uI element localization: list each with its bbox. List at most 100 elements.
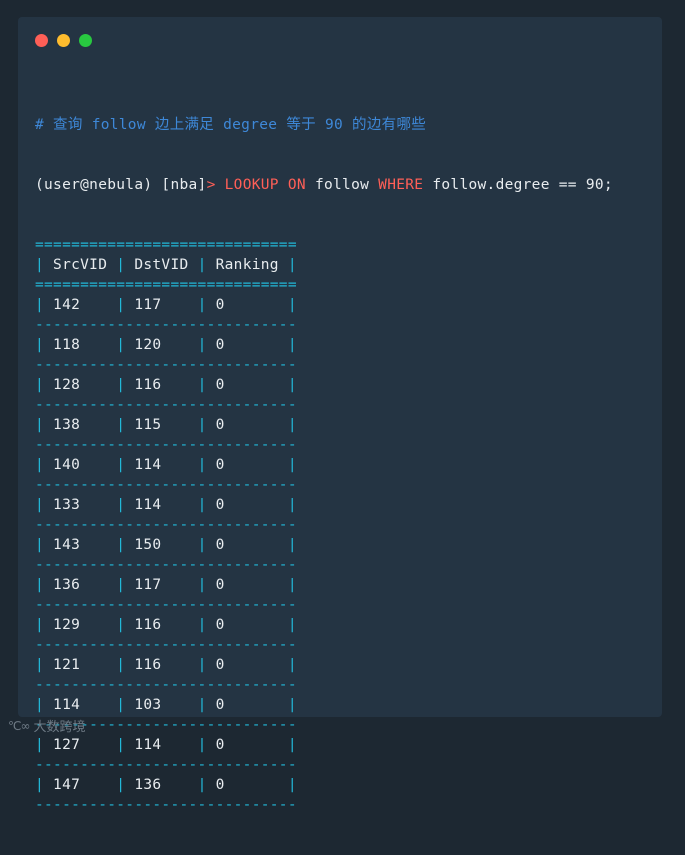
column-separator: | <box>197 377 207 393</box>
table-cell: 114 <box>44 697 117 713</box>
column-separator: | <box>116 417 126 433</box>
column-separator: | <box>287 257 297 273</box>
table-row: | 143 | 150 | 0 | <box>35 535 613 555</box>
column-separator: | <box>197 297 207 313</box>
table-cell: 0 <box>206 537 288 553</box>
table-border-header: ============================= <box>35 277 297 293</box>
table-row-divider: ----------------------------- <box>35 517 297 533</box>
watermark-logo-icon: ℃∞ <box>8 718 31 733</box>
column-separator: | <box>197 417 207 433</box>
column-separator: | <box>116 577 126 593</box>
table-row-divider: ----------------------------- <box>35 357 297 373</box>
column-separator: | <box>287 377 297 393</box>
table-cell: 138 <box>44 417 117 433</box>
table-row-divider: ----------------------------- <box>35 397 297 413</box>
column-separator: | <box>197 657 207 673</box>
column-separator: | <box>197 617 207 633</box>
maximize-button[interactable] <box>79 34 92 47</box>
table-cell: 136 <box>125 777 198 793</box>
column-separator: | <box>116 297 126 313</box>
table-cell: 0 <box>206 777 288 793</box>
table-cell: 116 <box>125 657 198 673</box>
column-separator: | <box>35 697 45 713</box>
table-row-divider: ----------------------------- <box>35 317 297 333</box>
column-separator: | <box>197 577 207 593</box>
table-cell: 115 <box>125 417 198 433</box>
table-row: | 118 | 120 | 0 | <box>35 335 613 355</box>
prompt-arrow: > <box>206 177 216 193</box>
column-separator: | <box>35 377 45 393</box>
table-cell: 114 <box>125 457 198 473</box>
table-row: | 127 | 114 | 0 | <box>35 735 613 755</box>
table-cell: 0 <box>206 457 288 473</box>
column-separator: | <box>35 497 45 513</box>
table-cell: 147 <box>44 777 117 793</box>
column-separator: | <box>35 457 45 473</box>
table-cell: 0 <box>206 577 288 593</box>
table-cell: 117 <box>125 577 198 593</box>
column-separator: | <box>35 537 45 553</box>
table-row: | 136 | 117 | 0 | <box>35 575 613 595</box>
column-separator: | <box>287 497 297 513</box>
column-separator: | <box>35 737 45 753</box>
table-row-divider: ----------------------------- <box>35 677 297 693</box>
table-cell: 0 <box>206 297 288 313</box>
table-cell: 0 <box>206 737 288 753</box>
table-cell: 118 <box>44 337 117 353</box>
table-cell: 121 <box>44 657 117 673</box>
column-separator: | <box>116 537 126 553</box>
table-cell: 120 <box>125 337 198 353</box>
table-row: | 142 | 117 | 0 | <box>35 295 613 315</box>
table-cell: 114 <box>125 737 198 753</box>
table-row: | 114 | 103 | 0 | <box>35 695 613 715</box>
table-row-divider: ----------------------------- <box>35 437 297 453</box>
query-condition: follow.degree == 90; <box>432 177 613 193</box>
watermark-text: 大数跨境 <box>33 720 86 735</box>
table-cell: 0 <box>206 617 288 633</box>
column-separator: | <box>197 737 207 753</box>
table-row-divider: ----------------------------- <box>35 757 297 773</box>
table-cell: 0 <box>206 497 288 513</box>
table-cell: 114 <box>125 497 198 513</box>
result-table: ============================= | SrcVID | … <box>35 235 613 815</box>
table-row: | 128 | 116 | 0 | <box>35 375 613 395</box>
table-cell: 116 <box>125 617 198 633</box>
table-row-divider: ----------------------------- <box>35 797 297 813</box>
table-cell: 133 <box>44 497 117 513</box>
table-header: | SrcVID | DstVID | Ranking | <box>35 255 613 275</box>
column-separator: | <box>287 657 297 673</box>
table-cell: 140 <box>44 457 117 473</box>
column-separator: | <box>116 377 126 393</box>
table-row: | 147 | 136 | 0 | <box>35 775 613 795</box>
column-separator: | <box>197 697 207 713</box>
column-separator: | <box>35 297 45 313</box>
column-separator: | <box>116 497 126 513</box>
column-separator: | <box>35 337 45 353</box>
table-row: | 129 | 116 | 0 | <box>35 615 613 635</box>
table-cell: 117 <box>125 297 198 313</box>
column-separator: | <box>287 417 297 433</box>
column-separator: | <box>35 617 45 633</box>
column-separator: | <box>197 537 207 553</box>
column-separator: | <box>197 497 207 513</box>
table-cell: 142 <box>44 297 117 313</box>
table-cell: 136 <box>44 577 117 593</box>
column-separator: | <box>35 657 45 673</box>
table-cell: 0 <box>206 337 288 353</box>
table-cell: 0 <box>206 377 288 393</box>
keyword-lookup: LOOKUP <box>224 177 279 193</box>
close-button[interactable] <box>35 34 48 47</box>
keyword-where: WHERE <box>378 177 424 193</box>
minimize-button[interactable] <box>57 34 70 47</box>
column-separator: | <box>287 697 297 713</box>
column-separator: | <box>35 257 45 273</box>
table-row-divider: ----------------------------- <box>35 717 297 733</box>
terminal-output: # 查询 follow 边上满足 degree 等于 90 的边有哪些 (use… <box>35 75 613 855</box>
table-row: | 138 | 115 | 0 | <box>35 415 613 435</box>
table-cell: 129 <box>44 617 117 633</box>
terminal-window: # 查询 follow 边上满足 degree 等于 90 的边有哪些 (use… <box>18 17 662 813</box>
column-separator: | <box>197 457 207 473</box>
table-row: | 140 | 114 | 0 | <box>35 455 613 475</box>
watermark: ℃∞ 大数跨境 <box>8 716 86 736</box>
table-cell: 128 <box>44 377 117 393</box>
